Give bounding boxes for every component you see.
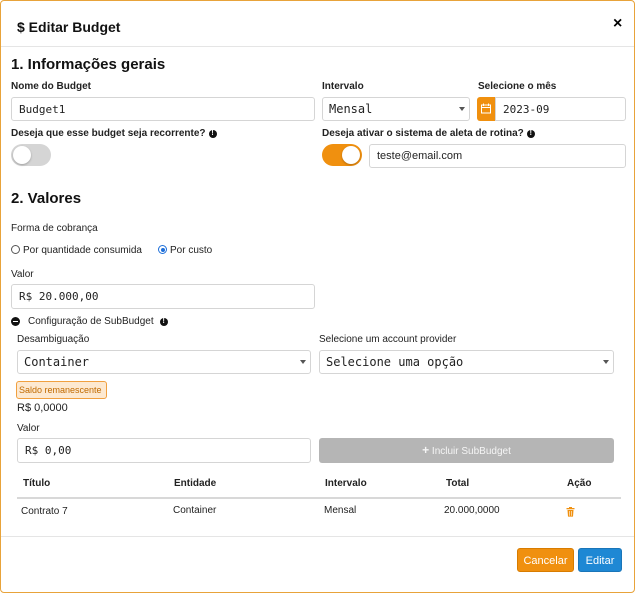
th-entity: Entidade xyxy=(174,478,217,489)
billing-label: Forma de cobrança xyxy=(11,223,98,234)
toggle-knob xyxy=(13,146,31,164)
disambiguation-label: Desambiguação xyxy=(17,334,90,345)
table-header-divider xyxy=(17,497,621,499)
edit-budget-modal: $ Editar Budget × 1. Informações gerais … xyxy=(0,0,635,593)
cell-total: 20.000,0000 xyxy=(444,505,500,516)
radio-quantity[interactable] xyxy=(11,245,20,254)
recurring-toggle[interactable] xyxy=(11,144,51,166)
recurring-label: Deseja que esse budget seja recorrente?! xyxy=(11,128,217,139)
cancel-button[interactable]: Cancelar xyxy=(517,548,574,572)
chevron-down-icon xyxy=(300,360,306,364)
subbudget-value-input[interactable]: R$ 0,00 xyxy=(17,438,311,463)
value-input[interactable]: R$ 20.000,00 xyxy=(11,284,315,309)
radio-quantity-label[interactable]: Por quantidade consumida xyxy=(23,245,142,256)
section-values-heading: 2. Valores xyxy=(11,190,82,207)
alert-label: Deseja ativar o sistema de aleta de roti… xyxy=(322,128,535,139)
recurring-label-text: Deseja que esse budget seja recorrente? xyxy=(11,128,206,139)
cell-title: Contrato 7 xyxy=(21,506,68,517)
info-icon: ! xyxy=(159,318,168,326)
cell-entity: Container xyxy=(173,505,217,516)
modal-title: $ Editar Budget xyxy=(17,19,121,35)
disambiguation-select[interactable]: Container xyxy=(17,350,311,374)
interval-label: Intervalo xyxy=(322,81,364,92)
remaining-badge: Saldo remanescente xyxy=(16,381,107,399)
edit-button[interactable]: Editar xyxy=(578,548,622,572)
toggle-knob xyxy=(342,146,360,164)
email-input[interactable]: teste@email.com xyxy=(369,144,626,168)
remaining-value: R$ 0,0000 xyxy=(17,402,68,414)
chevron-down-icon xyxy=(459,107,465,111)
value-label: Valor xyxy=(11,269,34,280)
include-subbudget-label: Incluir SubBudget xyxy=(431,446,511,457)
footer-divider xyxy=(1,536,634,537)
th-interval: Intervalo xyxy=(325,478,367,489)
interval-select[interactable]: Mensal xyxy=(322,97,470,121)
th-title: Título xyxy=(23,478,51,489)
subbudget-toggle-text: Configuração de SubBudget xyxy=(28,316,154,327)
provider-select[interactable]: Selecione uma opção xyxy=(319,350,614,374)
alert-label-text: Deseja ativar o sistema de aleta de roti… xyxy=(322,128,524,139)
info-icon: ! xyxy=(526,130,535,138)
collapse-icon[interactable] xyxy=(11,317,20,326)
chevron-down-icon xyxy=(603,360,609,364)
subbudget-toggle-label[interactable]: Configuração de SubBudget! xyxy=(28,316,168,327)
trash-icon[interactable] xyxy=(566,507,575,517)
budget-name-input[interactable]: Budget1 xyxy=(11,97,315,121)
close-icon[interactable]: × xyxy=(613,15,622,33)
th-action: Ação xyxy=(567,478,592,489)
radio-cost[interactable] xyxy=(158,245,167,254)
budget-name-label: Nome do Budget xyxy=(11,81,91,92)
month-input[interactable]: 2023-09 xyxy=(495,97,626,121)
cell-interval: Mensal xyxy=(324,505,357,516)
disambiguation-select-value: Container xyxy=(24,355,90,369)
provider-select-value: Selecione uma opção xyxy=(326,355,464,369)
include-subbudget-button[interactable]: + Incluir SubBudget xyxy=(319,438,614,463)
radio-cost-label[interactable]: Por custo xyxy=(170,245,212,256)
subbudget-value-label: Valor xyxy=(17,423,40,434)
alert-toggle[interactable] xyxy=(322,144,362,166)
interval-select-value: Mensal xyxy=(329,102,373,116)
th-total: Total xyxy=(446,478,470,489)
month-label: Selecione o mês xyxy=(478,81,557,92)
section-general-heading: 1. Informações gerais xyxy=(11,56,166,73)
calendar-icon[interactable] xyxy=(477,97,495,121)
provider-label: Selecione um account provider xyxy=(319,334,457,345)
info-icon: ! xyxy=(208,130,217,138)
modal-header: $ Editar Budget × xyxy=(1,1,634,47)
plus-icon: + xyxy=(422,443,430,457)
